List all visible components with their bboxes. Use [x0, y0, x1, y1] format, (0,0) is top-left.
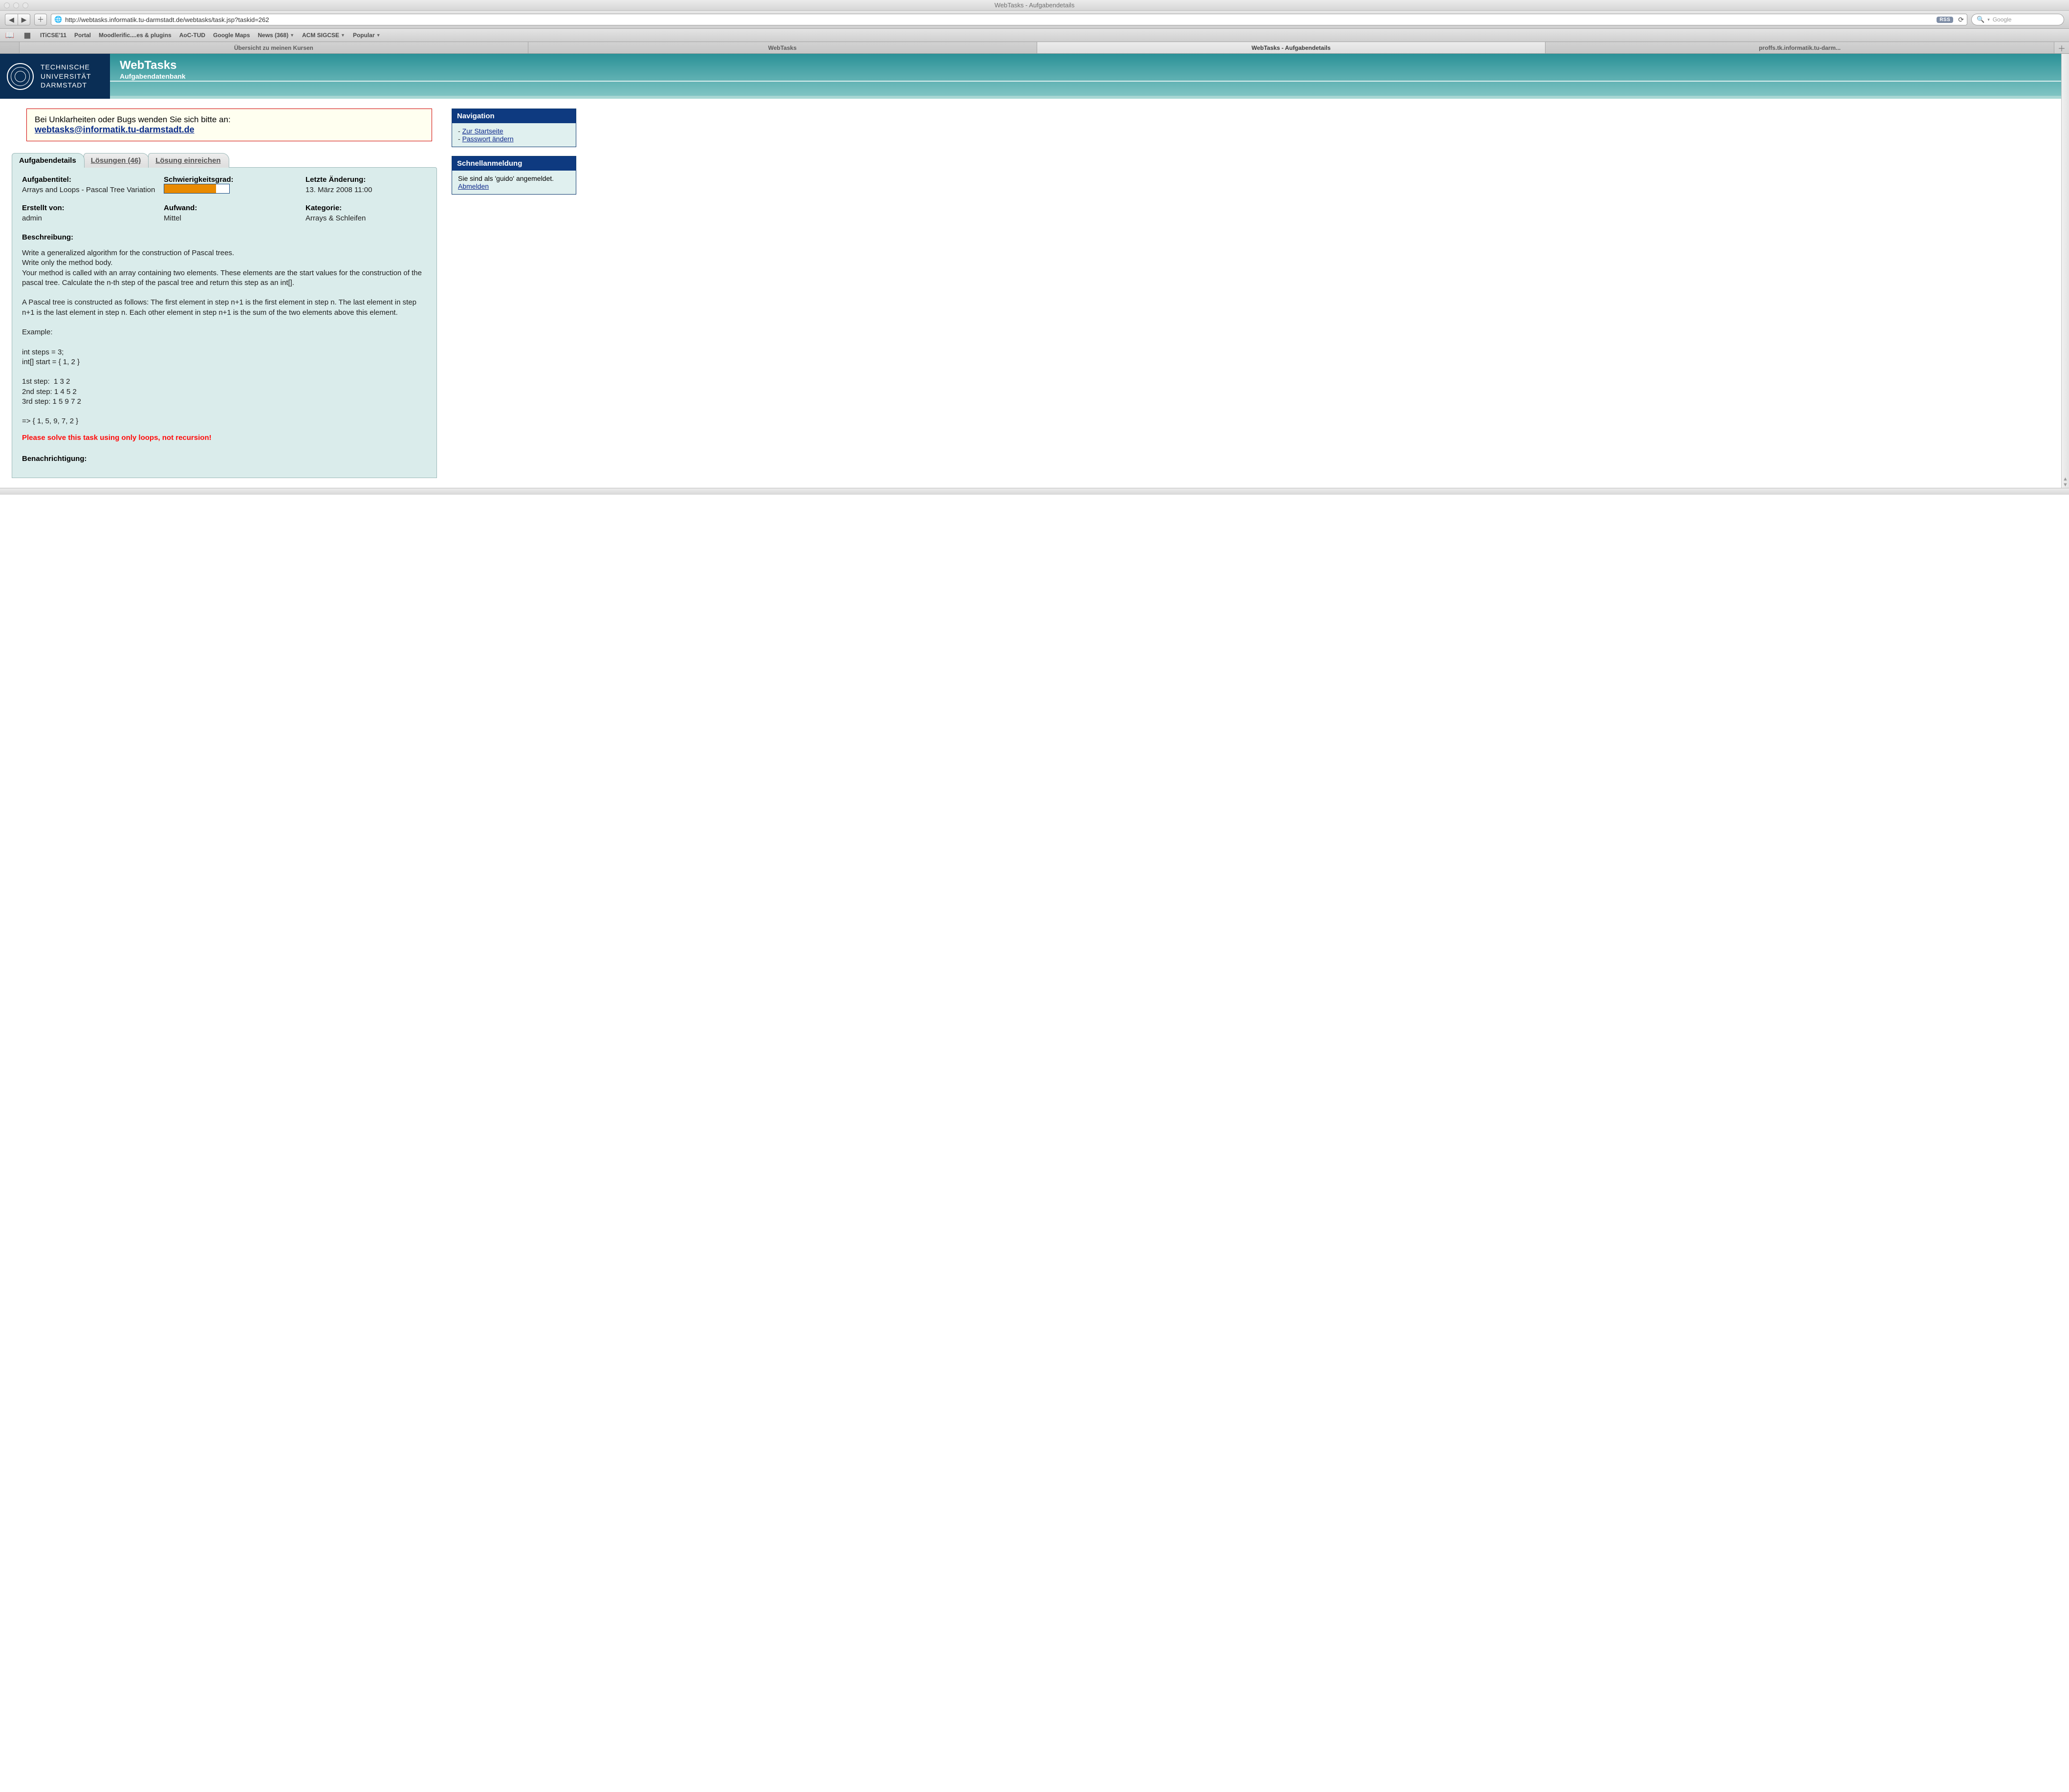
lastchange-label: Letzte Änderung:	[305, 175, 427, 184]
description-body: Write a generalized algorithm for the co…	[22, 248, 427, 427]
link-passwort-aendern[interactable]: Passwort ändern	[462, 135, 514, 143]
university-brand: TECHNISCHE UNIVERSITÄT DARMSTADT	[0, 54, 110, 99]
university-name: TECHNISCHE UNIVERSITÄT DARMSTADT	[41, 63, 91, 90]
vertical-scrollbar[interactable]: ▲ ▼	[2061, 54, 2069, 488]
login-status-text: Sie sind als 'guido' angemeldet.	[458, 175, 570, 182]
forward-button[interactable]: ▶	[18, 14, 30, 25]
task-title: Arrays and Loops - Pascal Tree Variation	[22, 186, 159, 194]
aufgabendetails-panel: Aufgabentitel: Arrays and Loops - Pascal…	[12, 167, 437, 478]
bookmark-news[interactable]: News (368)▼	[258, 32, 294, 39]
app-title: WebTasks	[120, 59, 2051, 72]
contact-notice: Bei Unklarheiten oder Bugs wenden Sie si…	[26, 109, 432, 141]
url-bar[interactable]: 🌐 http://webtasks.informatik.tu-darmstad…	[51, 14, 1967, 25]
navigation-heading: Navigation	[452, 109, 576, 123]
difficulty-bar	[164, 184, 230, 194]
schnellanmeldung-box: Schnellanmeldung Sie sind als 'guido' an…	[452, 156, 576, 195]
scroll-down-icon[interactable]: ▼	[2063, 482, 2068, 488]
site-favicon-icon: 🌐	[54, 16, 62, 23]
rss-badge[interactable]: RSS	[1937, 17, 1953, 23]
navigation-box: Navigation - Zur Startseite - Passwort ä…	[452, 109, 576, 147]
bookmark-aoc-tud[interactable]: AoC-TUD	[179, 32, 205, 39]
tab-kurse-uebersicht[interactable]: Übersicht zu meinen Kursen	[20, 42, 528, 53]
bookmark-iticse11[interactable]: ITiCSE'11	[40, 32, 66, 39]
bookmarks-bar: 📖 ▦ ITiCSE'11 Portal Moodlerific....es &…	[0, 29, 2069, 42]
window-status-strip	[0, 488, 2069, 495]
contact-notice-text: Bei Unklarheiten oder Bugs wenden Sie si…	[35, 115, 231, 124]
effort-label: Aufwand:	[164, 204, 301, 212]
difficulty-label: Schwierigkeitsgrad:	[164, 175, 301, 184]
back-button[interactable]: ◀	[5, 14, 18, 25]
scroll-up-icon[interactable]: ▲	[2063, 476, 2068, 482]
bookmark-moodlerific[interactable]: Moodlerific....es & plugins	[99, 32, 172, 39]
category-value: Arrays & Schleifen	[305, 214, 427, 222]
new-tab-button[interactable]: ＋	[2054, 42, 2069, 53]
app-header-banner: WebTasks Aufgabendatenbank	[110, 54, 2061, 99]
description-label: Beschreibung:	[22, 233, 427, 241]
bookmark-acm-sigcse[interactable]: ACM SIGCSE▼	[302, 32, 345, 39]
creator-label: Erstellt von:	[22, 204, 159, 212]
window-title: WebTasks - Aufgabendetails	[0, 1, 2069, 9]
search-icon: 🔍	[1977, 16, 1984, 23]
browser-toolbar: ◀ ▶ ＋ 🌐 http://webtasks.informatik.tu-da…	[0, 11, 2069, 29]
page-header: TECHNISCHE UNIVERSITÄT DARMSTADT WebTask…	[0, 54, 2061, 99]
add-bookmark-button[interactable]: ＋	[34, 14, 47, 25]
window-titlebar: WebTasks - Aufgabendetails	[0, 0, 2069, 11]
app-subtitle: Aufgabendatenbank	[120, 72, 2051, 80]
tab-row-spacer	[0, 42, 20, 53]
tab-proffs[interactable]: proffs.tk.informatik.tu-darm...	[1546, 42, 2054, 53]
creator-value: admin	[22, 214, 159, 222]
search-menu-chevron-icon[interactable]: ▾	[1987, 17, 1990, 22]
tab-loesungen[interactable]: Lösungen (46)	[84, 153, 150, 168]
content-tab-row: Aufgabendetails Lösungen (46) Lösung ein…	[12, 153, 437, 168]
contact-email-link[interactable]: webtasks@informatik.tu-darmstadt.de	[35, 125, 195, 134]
tab-aufgabendetails[interactable]: WebTasks - Aufgabendetails	[1037, 42, 1546, 53]
chevron-down-icon: ▼	[341, 33, 345, 38]
title-label: Aufgabentitel:	[22, 175, 159, 184]
effort-value: Mittel	[164, 214, 301, 222]
lastchange-value: 13. März 2008 11:00	[305, 186, 427, 194]
tab-loesung-einreichen[interactable]: Lösung einreichen	[148, 153, 229, 168]
top-sites-icon[interactable]: ▦	[22, 31, 32, 40]
bookmark-google-maps[interactable]: Google Maps	[213, 32, 250, 39]
logout-link[interactable]: Abmelden	[458, 182, 489, 190]
bookmark-popular[interactable]: Popular▼	[353, 32, 381, 39]
chevron-down-icon: ▼	[376, 33, 381, 38]
chevron-down-icon: ▼	[290, 33, 294, 38]
show-bookmarks-icon[interactable]: 📖	[5, 31, 15, 40]
link-startseite[interactable]: Zur Startseite	[462, 127, 503, 135]
browser-tab-row: Übersicht zu meinen Kursen WebTasks WebT…	[0, 42, 2069, 54]
difficulty-fill	[164, 184, 216, 193]
tab-aufgabendetails-content[interactable]: Aufgabendetails	[12, 153, 85, 168]
category-label: Kategorie:	[305, 204, 427, 212]
athena-logo-icon	[7, 63, 34, 90]
schnellanmeldung-heading: Schnellanmeldung	[452, 156, 576, 171]
notification-label: Benachrichtigung:	[22, 455, 427, 463]
description-warning: Please solve this task using only loops,…	[22, 434, 427, 442]
bookmark-portal[interactable]: Portal	[74, 32, 91, 39]
tab-webtasks[interactable]: WebTasks	[528, 42, 1037, 53]
reload-icon[interactable]: ⟳	[1958, 16, 1964, 24]
browser-search-field[interactable]: 🔍 ▾ Google	[1971, 14, 2064, 25]
url-text: http://webtasks.informatik.tu-darmstadt.…	[65, 16, 1934, 23]
browser-search-placeholder: Google	[1993, 16, 2012, 23]
